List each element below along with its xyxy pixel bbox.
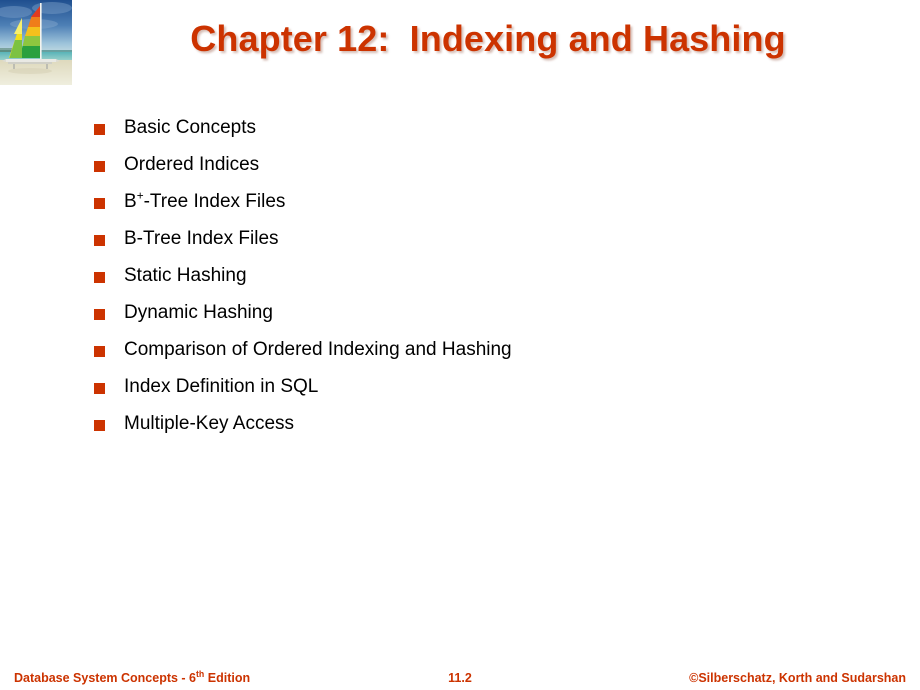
list-item-label-superscript: + [136,189,144,203]
list-item-label: Ordered Indices [124,154,260,175]
list-item-label: B-Tree Index Files [124,228,279,249]
square-bullet-icon [94,272,105,283]
list-item[interactable]: Dynamic Hashing [94,301,874,338]
page-title: Chapter 12: Indexing and Hashing [190,18,786,59]
list-item-label: B+-Tree Index Files [124,190,874,213]
list-item[interactable]: B-Tree Index Files [94,227,874,264]
square-bullet-icon [94,161,105,172]
list-item[interactable]: Index Definition in SQL [94,375,874,412]
list-item[interactable]: Multiple-Key Access [94,412,874,449]
list-item-label: Dynamic Hashing [124,302,273,323]
list-item-label-suffix: -Tree Index Files [143,191,286,212]
list-item[interactable]: Static Hashing [94,264,874,301]
slide-canvas: Chapter 12: Indexing and Hashing Basic C… [0,0,920,690]
outline-list: Basic Concepts Ordered Indices B+-Tree I… [94,116,874,449]
list-item-label: Index Definition in SQL [124,376,319,397]
list-item[interactable]: Ordered Indices [94,153,874,190]
sailboat-photo [0,0,72,85]
square-bullet-icon [94,235,105,246]
slide-footer: Database System Concepts - 6th Edition 1… [0,668,920,690]
footer-copyright: ©Silberschatz, Korth and Sudarshan [689,671,906,685]
list-item-label: Static Hashing [124,265,247,286]
list-item-label: Basic Concepts [124,117,257,138]
square-bullet-icon [94,198,105,209]
square-bullet-icon [94,383,105,394]
square-bullet-icon [94,124,105,135]
list-item-label: Comparison of Ordered Indexing and Hashi… [124,339,512,360]
list-item[interactable]: Basic Concepts [94,116,874,153]
list-item-label: Multiple-Key Access [124,413,295,434]
square-bullet-icon [94,420,105,431]
square-bullet-icon [94,309,105,320]
list-item[interactable]: B+-Tree Index Files [94,190,874,227]
list-item-label-prefix: B [124,191,137,212]
list-item[interactable]: Comparison of Ordered Indexing and Hashi… [94,338,874,375]
square-bullet-icon [94,346,105,357]
